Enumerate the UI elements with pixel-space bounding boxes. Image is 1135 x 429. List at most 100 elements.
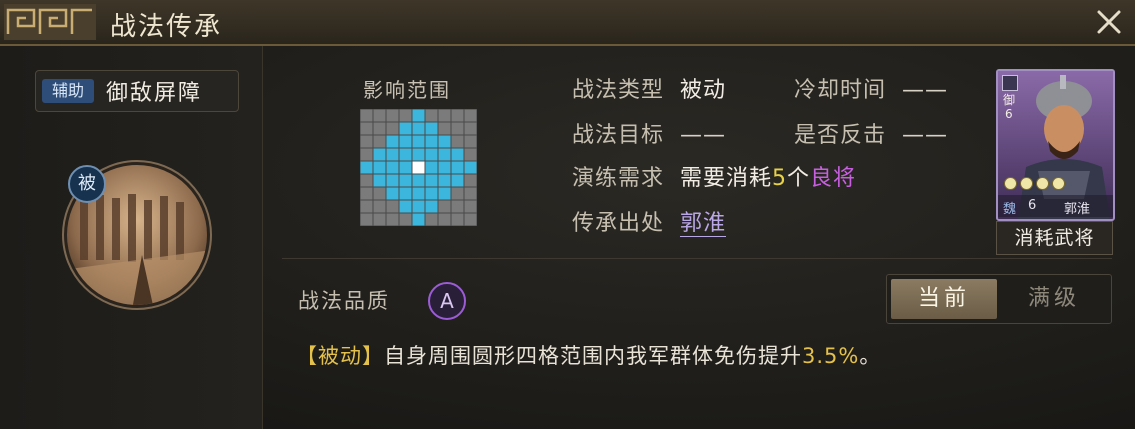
range-empty-cell	[463, 109, 477, 123]
range-affected-cell	[411, 109, 426, 123]
close-icon[interactable]	[1093, 6, 1125, 38]
range-empty-cell	[360, 109, 374, 123]
title-bar: 战法传承	[0, 0, 1135, 46]
skill-type-label: 战法类型	[572, 78, 665, 103]
range-empty-cell	[372, 109, 387, 123]
range-empty-cell	[437, 121, 452, 136]
range-affected-cell	[385, 147, 400, 162]
range-empty-cell	[372, 212, 387, 226]
level-toggle: 当前 满级	[886, 274, 1112, 324]
skill-name-tag: 辅助 御敌屏障	[35, 70, 239, 112]
cooldown-row: 冷却时间 ——	[794, 72, 948, 104]
range-affected-cell	[450, 173, 465, 188]
range-empty-cell	[360, 121, 374, 136]
description-value: 3.5%	[802, 344, 860, 368]
range-empty-cell	[463, 121, 477, 136]
range-affected-cell	[385, 134, 400, 149]
range-affected-cell	[411, 199, 426, 214]
range-empty-cell	[398, 109, 413, 123]
description-text: 自身周围圆形四格范围内我军群体免伤提升	[384, 344, 802, 368]
range-empty-cell	[398, 212, 413, 226]
range-affected-cell	[424, 134, 439, 149]
range-affected-cell	[411, 212, 426, 226]
range-empty-cell	[437, 109, 452, 123]
star-icon	[1052, 177, 1065, 190]
range-title: 影响范围	[363, 78, 451, 102]
window-title: 战法传承	[110, 12, 223, 42]
counter-value: ——	[902, 123, 949, 148]
range-empty-cell	[450, 109, 465, 123]
range-affected-cell	[372, 160, 387, 175]
requirement-count: 5	[772, 166, 788, 191]
skill-category-badge: 辅助	[42, 79, 94, 103]
star-icon	[1004, 177, 1017, 190]
star-icon	[1020, 177, 1033, 190]
skill-target-row: 战法目标 ——	[572, 117, 726, 149]
range-empty-cell	[450, 199, 465, 214]
range-empty-cell	[424, 212, 439, 226]
skill-inheritance-window: { "window": { "title": "战法传承", "close_ic…	[0, 0, 1135, 429]
skill-quality-label: 战法品质	[298, 289, 390, 313]
counter-label: 是否反击	[794, 123, 887, 148]
general-name: 郭淮	[1064, 202, 1091, 217]
range-affected-cell	[411, 173, 426, 188]
range-empty-cell	[372, 121, 387, 136]
section-divider	[282, 258, 1112, 259]
general-cost: 6	[1028, 198, 1037, 213]
range-empty-cell	[463, 199, 477, 214]
range-empty-cell	[360, 173, 374, 188]
range-empty-cell	[450, 186, 465, 201]
skill-description: 【被动】自身周围圆形四格范围内我军群体免伤提升3.5%。	[296, 340, 881, 370]
range-affected-cell	[424, 147, 439, 162]
range-affected-cell	[424, 121, 439, 136]
skill-type-row: 战法类型 被动	[572, 72, 726, 104]
range-affected-cell	[398, 199, 413, 214]
source-general-link[interactable]: 郭淮	[680, 211, 727, 237]
range-empty-cell	[450, 121, 465, 136]
max-level-tab[interactable]: 满级	[1001, 279, 1107, 319]
range-empty-cell	[372, 134, 387, 149]
general-faction-mark: 御	[1003, 93, 1016, 107]
range-empty-cell	[463, 134, 477, 149]
description-tag: 【被动】	[296, 344, 384, 368]
range-affected-cell	[463, 160, 477, 175]
range-empty-cell	[450, 134, 465, 149]
range-center-cell	[411, 160, 426, 175]
current-level-tab[interactable]: 当前	[891, 279, 997, 319]
range-empty-cell	[463, 173, 477, 188]
requirement-row: 演练需求 需要消耗5个良将	[572, 160, 856, 192]
range-affected-cell	[424, 173, 439, 188]
range-empty-cell	[360, 199, 374, 214]
cooldown-value: ——	[902, 78, 949, 103]
range-empty-cell	[385, 212, 400, 226]
requirement-quality: 良将	[810, 166, 857, 191]
range-affected-cell	[424, 160, 439, 175]
general-info-strip: 魏 6 郭淮	[998, 195, 1113, 217]
general-card[interactable]: 御 6 魏 6 郭淮 消耗武将	[996, 69, 1115, 255]
range-affected-cell	[424, 199, 439, 214]
range-affected-cell	[398, 173, 413, 188]
range-empty-cell	[385, 121, 400, 136]
requirement-label: 演练需求	[572, 166, 665, 191]
range-affected-cell	[372, 173, 387, 188]
counter-row: 是否反击 ——	[794, 117, 948, 149]
skill-target-value: ——	[680, 123, 727, 148]
range-empty-cell	[360, 134, 374, 149]
title-ornament-icon	[4, 4, 96, 40]
general-stars	[1004, 175, 1068, 191]
range-affected-cell	[398, 134, 413, 149]
range-affected-cell	[398, 186, 413, 201]
general-portrait: 御 6 魏 6 郭淮	[996, 69, 1115, 221]
range-empty-cell	[437, 199, 452, 214]
requirement-unit: 个	[787, 166, 811, 191]
range-empty-cell	[463, 147, 477, 162]
source-label: 传承出处	[572, 211, 665, 236]
skill-target-label: 战法目标	[572, 123, 665, 148]
skill-type-value: 被动	[680, 78, 727, 103]
range-empty-cell	[385, 199, 400, 214]
range-grid	[360, 109, 477, 226]
range-empty-cell	[372, 199, 387, 214]
range-affected-cell	[398, 147, 413, 162]
star-icon	[1036, 177, 1049, 190]
general-faction: 魏	[1003, 202, 1017, 217]
